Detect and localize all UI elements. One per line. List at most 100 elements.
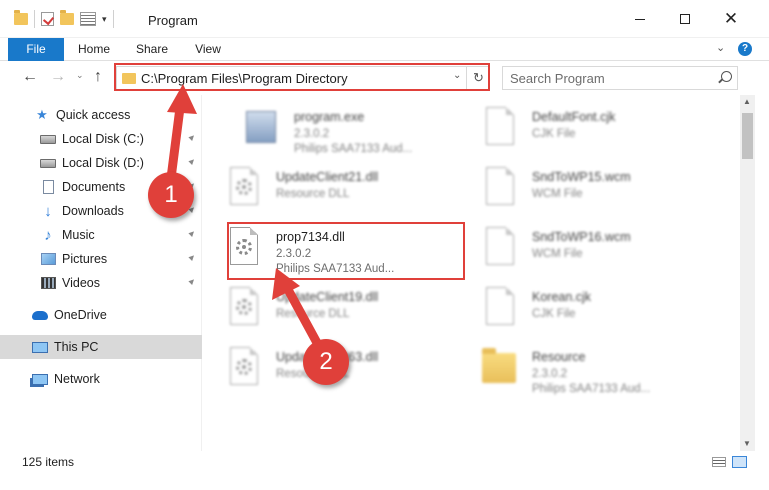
details-view-icon[interactable] (712, 457, 726, 467)
star-icon: ★ (36, 107, 48, 122)
tab-share[interactable]: Share (130, 38, 174, 61)
computer-icon (32, 340, 48, 354)
dll-icon (226, 347, 260, 391)
dll-icon (226, 287, 260, 331)
search-icon[interactable] (721, 71, 732, 82)
file-name: program.exe (294, 110, 365, 124)
pictures-icon (40, 252, 56, 266)
file-detail: Resource DLL (276, 188, 350, 200)
music-icon: ♪ (44, 226, 52, 244)
toolbar-divider (34, 10, 35, 28)
maximize-button[interactable] (662, 0, 708, 38)
address-highlight-box (114, 63, 490, 91)
vertical-scrollbar[interactable]: ▲ ▼ (740, 95, 755, 451)
sidebar-item-label: Local Disk (D:) (62, 156, 144, 170)
file-detail: Resource DLL (276, 308, 350, 320)
item-count: 125 items (22, 455, 75, 469)
file-icon (482, 167, 516, 211)
up-arrow-icon[interactable]: ↑ (94, 68, 102, 86)
step-badge-2: 2 (303, 339, 349, 385)
file-item[interactable]: Resource 2.3.0.2 Philips SAA7133 Aud... (462, 341, 712, 399)
file-name: Resource (532, 350, 586, 364)
sidebar-item-videos[interactable]: Videos ▲ (0, 271, 202, 295)
customize-toolbar-icon[interactable] (80, 12, 96, 26)
folder-icon[interactable] (14, 10, 28, 25)
sidebar-item-local-disk-c[interactable]: Local Disk (C:) ▲ (0, 127, 202, 151)
pin-icon[interactable]: ▲ (186, 226, 199, 239)
sidebar-item-label: Documents (62, 180, 126, 194)
sidebar-item-label: Local Disk (C:) (62, 132, 144, 146)
sidebar-item-quick-access[interactable]: ★ Quick access (0, 103, 202, 127)
pin-icon[interactable]: ▲ (186, 274, 199, 287)
file-item[interactable]: UpdateClient21.dll Resource DLL (206, 161, 456, 219)
close-icon: ✕ (723, 9, 739, 28)
new-folder-icon[interactable] (60, 10, 74, 25)
file-icon (482, 227, 516, 271)
sidebar-item-network[interactable]: Network (0, 367, 202, 391)
dll-icon (226, 167, 260, 211)
chevron-down-icon[interactable]: ▾ (102, 14, 107, 25)
status-bar: 125 items (0, 451, 769, 490)
file-item[interactable]: Korean.cjk CJK File (462, 281, 712, 339)
file-detail: CJK File (532, 308, 576, 320)
expand-ribbon-icon[interactable]: ⌄ (716, 41, 725, 54)
minimize-button[interactable] (617, 0, 663, 38)
file-item[interactable]: program.exe 2.3.0.2 Philips SAA7133 Aud.… (224, 101, 474, 159)
sidebar-item-this-pc[interactable]: This PC (0, 335, 202, 359)
file-detail: 2.3.0.2 (294, 128, 330, 140)
file-name: Korean.cjk (532, 290, 592, 304)
sidebar-item-label: Videos (62, 276, 100, 290)
search-input[interactable] (503, 67, 713, 89)
pin-icon[interactable]: ▲ (186, 154, 199, 167)
file-icon (482, 287, 516, 331)
file-item[interactable]: UpdateClient19.dll Resource DLL (206, 281, 456, 339)
pin-icon[interactable]: ▲ (186, 250, 199, 263)
sidebar-item-label: Pictures (62, 252, 108, 266)
file-detail: CJK File (532, 128, 576, 140)
close-button[interactable]: ✕ (708, 0, 754, 38)
tiles-view-icon[interactable] (732, 456, 747, 468)
sidebar-item-label: This PC (54, 340, 99, 354)
download-icon: ↓ (44, 202, 52, 220)
sidebar-item-label: Downloads (62, 204, 124, 218)
tab-home[interactable]: Home (72, 38, 116, 61)
file-detail: Philips SAA7133 Aud... (532, 383, 651, 395)
file-item[interactable]: SndToWP16.wcm WCM File (462, 221, 712, 279)
quick-access-toolbar: ▾ (14, 10, 114, 28)
file-detail: Philips SAA7133 Aud... (294, 143, 413, 155)
sidebar-item-label: Quick access (56, 108, 131, 122)
scroll-down-icon[interactable]: ▼ (743, 439, 751, 448)
sidebar-item-label: Music (62, 228, 95, 242)
tab-file[interactable]: File (8, 38, 64, 61)
help-icon[interactable]: ? (738, 42, 752, 56)
file-detail: WCM File (532, 248, 583, 260)
sidebar-item-music[interactable]: ♪ Music ▲ (0, 223, 202, 247)
cloud-icon (32, 308, 48, 322)
properties-check-icon[interactable] (41, 12, 54, 26)
forward-arrow-icon[interactable]: → (50, 68, 66, 86)
scroll-up-icon[interactable]: ▲ (743, 97, 751, 106)
window-title: Program (148, 13, 198, 28)
tab-view[interactable]: View (186, 38, 230, 61)
sidebar-item-label: OneDrive (54, 308, 107, 322)
minimize-icon (635, 18, 645, 20)
navigation-pane: ★ Quick access Local Disk (C:) ▲ Local D… (0, 95, 202, 451)
pin-icon[interactable]: ▲ (186, 130, 199, 143)
videos-icon (40, 276, 56, 290)
file-item[interactable]: DefaultFont.cjk CJK File (462, 101, 712, 159)
file-detail: WCM File (532, 188, 583, 200)
scroll-thumb[interactable] (742, 113, 753, 159)
folder-icon (482, 347, 516, 391)
step-badge-1: 1 (148, 172, 194, 218)
maximize-icon (680, 14, 690, 24)
search-box[interactable] (502, 66, 738, 90)
exe-icon (244, 107, 278, 151)
file-item[interactable]: SndToWP15.wcm WCM File (462, 161, 712, 219)
sidebar-item-onedrive[interactable]: OneDrive (0, 303, 202, 327)
drive-icon (40, 156, 56, 170)
recent-locations-icon[interactable]: ⌄ (76, 70, 84, 81)
sidebar-item-pictures[interactable]: Pictures ▲ (0, 247, 202, 271)
file-icon (482, 107, 516, 151)
back-arrow-icon[interactable]: ← (22, 68, 38, 86)
file-name: SndToWP15.wcm (532, 170, 631, 184)
